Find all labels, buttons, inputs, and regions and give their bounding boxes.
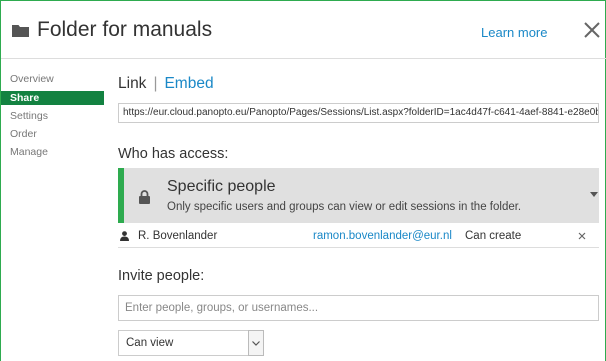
invite-people-heading: Invite people: [118, 268, 205, 284]
tab-separator: | [153, 75, 158, 92]
permission-select-value: Can view [126, 337, 174, 349]
sidebar-item-overview[interactable]: Overview [1, 73, 104, 86]
person-icon [120, 231, 129, 241]
sidebar-item-settings[interactable]: Settings [1, 110, 104, 123]
user-name: R. Bovenlander [138, 230, 218, 242]
access-level-dropdown[interactable]: Specific people Only specific users and … [118, 168, 599, 223]
dialog-title: Folder for manuals [37, 18, 213, 41]
lock-icon [139, 190, 150, 204]
caret-down-icon [590, 192, 598, 197]
share-url-field[interactable]: https://eur.cloud.panopto.eu/Panopto/Pag… [118, 103, 599, 123]
tab-link[interactable]: Link [118, 75, 146, 92]
close-icon[interactable] [581, 19, 603, 41]
sidebar-item-share[interactable]: Share [1, 91, 104, 105]
access-level-title: Specific people [167, 178, 276, 195]
folder-icon [12, 25, 29, 37]
share-tabs: Link | Embed [118, 75, 214, 93]
chevron-down-icon [252, 341, 260, 346]
user-row: R. Bovenlander ramon.bovenlander@eur.nl … [118, 226, 599, 248]
invite-people-input[interactable] [118, 295, 599, 321]
sidebar-item-manage[interactable]: Manage [1, 146, 104, 159]
dialog-header: Folder for manuals Learn more [1, 1, 606, 59]
permission-select-button[interactable] [248, 330, 264, 356]
sidebar-item-order[interactable]: Order [1, 128, 104, 141]
settings-sidebar: Overview Share Settings Order Manage [1, 73, 104, 164]
learn-more-link[interactable]: Learn more [481, 25, 547, 40]
share-dialog: Folder for manuals Learn more Overview S… [0, 0, 606, 361]
tab-embed[interactable]: Embed [164, 75, 213, 92]
user-role-select[interactable]: Can create [465, 230, 521, 242]
remove-user-icon[interactable] [578, 232, 586, 240]
who-has-access-heading: Who has access: [118, 146, 229, 162]
user-email-link[interactable]: ramon.bovenlander@eur.nl [313, 230, 452, 242]
access-level-description: Only specific users and groups can view … [167, 201, 522, 213]
permission-select[interactable]: Can view [118, 330, 264, 356]
